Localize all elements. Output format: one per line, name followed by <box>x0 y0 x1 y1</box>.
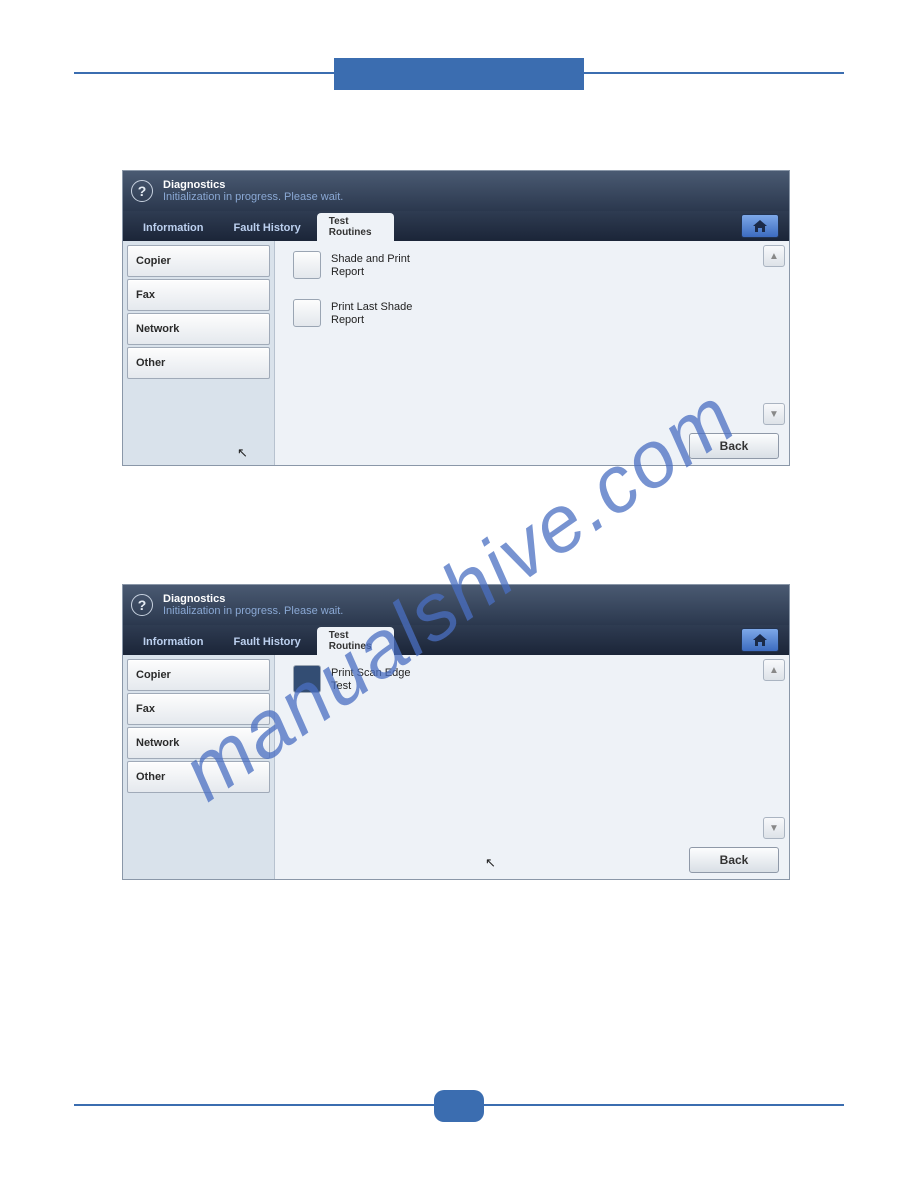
cursor-icon: ↖ <box>237 445 248 461</box>
sidebar-item-network[interactable]: Network <box>127 727 270 759</box>
option-label: Shade and PrintReport <box>331 251 410 279</box>
sidebar-item-network[interactable]: Network <box>127 313 270 345</box>
back-button[interactable]: Back <box>689 847 779 873</box>
checkbox-icon <box>293 665 321 693</box>
option-label: Print Last ShadeReport <box>331 299 412 327</box>
scroll-down-button[interactable]: ▼ <box>763 817 785 839</box>
tab-fault-history[interactable]: Fault History <box>220 215 315 241</box>
content-area: Shade and PrintReport Print Last ShadeRe… <box>275 241 789 465</box>
panel-title: Diagnostics <box>163 179 343 191</box>
scroll-up-button[interactable]: ▲ <box>763 245 785 267</box>
tab-strip: Information Fault History Test Routines <box>123 625 789 655</box>
tab-information[interactable]: Information <box>129 215 218 241</box>
tab-label-line1: Test <box>329 216 349 227</box>
help-icon: ? <box>131 180 153 202</box>
panel-subtitle: Initialization in progress. Please wait. <box>163 605 343 617</box>
option-label: Print Scan EdgeTest <box>331 665 411 693</box>
panel-subtitle: Initialization in progress. Please wait. <box>163 191 343 203</box>
home-button[interactable] <box>741 214 779 238</box>
header-block <box>334 58 584 90</box>
scroll-down-button[interactable]: ▼ <box>763 403 785 425</box>
home-button[interactable] <box>741 628 779 652</box>
sidebar-item-copier[interactable]: Copier <box>127 659 270 691</box>
option-print-last-shade-report[interactable]: Print Last ShadeReport <box>293 299 412 327</box>
tab-information[interactable]: Information <box>129 629 218 655</box>
sidebar: Copier Fax Network Other <box>123 655 275 879</box>
sidebar-item-other[interactable]: Other <box>127 347 270 379</box>
sidebar-item-fax[interactable]: Fax <box>127 279 270 311</box>
option-shade-print-report[interactable]: Shade and PrintReport <box>293 251 410 279</box>
cursor-icon: ↖ <box>485 855 496 871</box>
tab-test-routines[interactable]: Test Routines <box>317 213 394 241</box>
title-bar: ? Diagnostics Initialization in progress… <box>123 585 789 625</box>
option-print-scan-edge-test[interactable]: Print Scan EdgeTest <box>293 665 411 693</box>
diagnostics-panel-2: ? Diagnostics Initialization in progress… <box>122 584 790 880</box>
sidebar-item-copier[interactable]: Copier <box>127 245 270 277</box>
sidebar: Copier Fax Network Other <box>123 241 275 465</box>
panel-title: Diagnostics <box>163 593 343 605</box>
help-icon: ? <box>131 594 153 616</box>
back-button[interactable]: Back <box>689 433 779 459</box>
tab-label-line1: Test <box>329 630 349 641</box>
home-icon <box>753 220 767 232</box>
scroll-up-button[interactable]: ▲ <box>763 659 785 681</box>
tab-label-line2: Routines <box>329 227 372 238</box>
sidebar-item-other[interactable]: Other <box>127 761 270 793</box>
home-icon <box>753 634 767 646</box>
body-area: Copier Fax Network Other Shade and Print… <box>123 241 789 465</box>
sidebar-item-fax[interactable]: Fax <box>127 693 270 725</box>
tab-fault-history[interactable]: Fault History <box>220 629 315 655</box>
content-area: Print Scan EdgeTest ▲ ▼ Back ↖ <box>275 655 789 879</box>
tab-test-routines[interactable]: Test Routines <box>317 627 394 655</box>
tab-label-line2: Routines <box>329 641 372 652</box>
checkbox-icon <box>293 299 321 327</box>
footer-page-badge <box>434 1090 484 1122</box>
body-area: Copier Fax Network Other Print Scan Edge… <box>123 655 789 879</box>
tab-strip: Information Fault History Test Routines <box>123 211 789 241</box>
title-bar: ? Diagnostics Initialization in progress… <box>123 171 789 211</box>
diagnostics-panel-1: ? Diagnostics Initialization in progress… <box>122 170 790 466</box>
checkbox-icon <box>293 251 321 279</box>
